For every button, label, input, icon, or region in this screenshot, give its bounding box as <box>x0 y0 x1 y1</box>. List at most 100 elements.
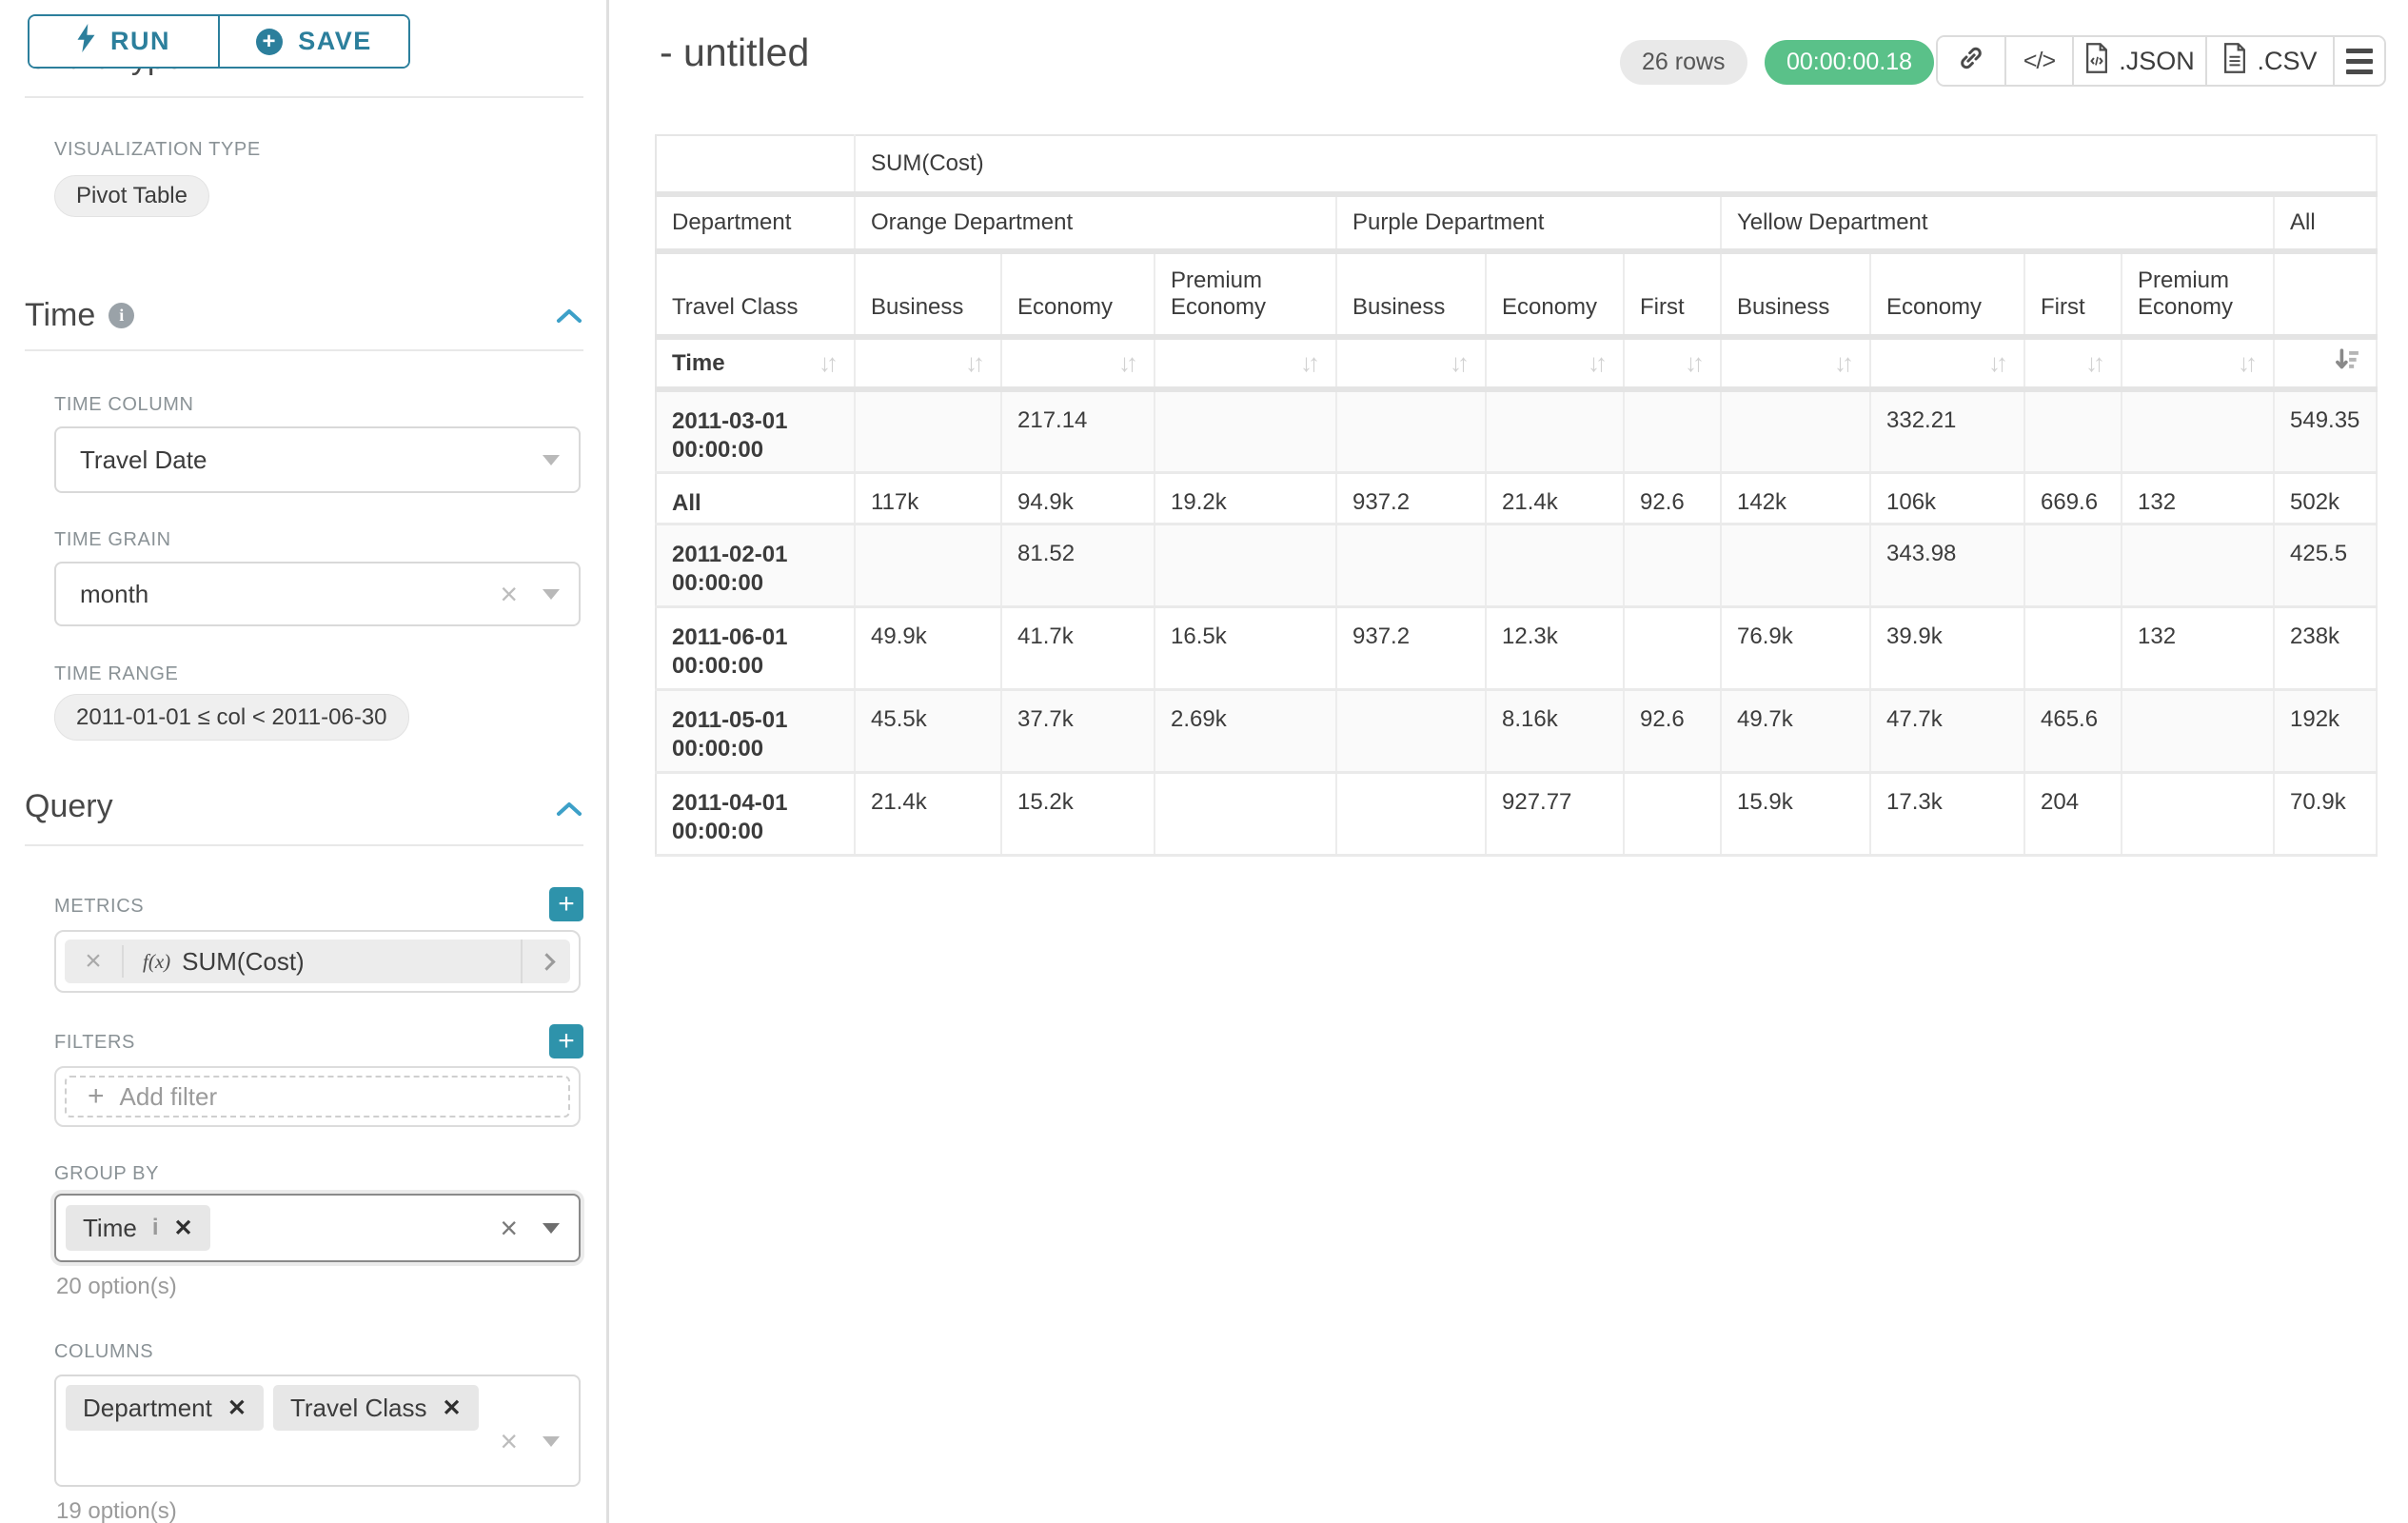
caret-down-icon[interactable] <box>543 1436 560 1447</box>
sort-icon: ↓↑ <box>1450 348 1470 378</box>
view-query-button[interactable]: </> <box>2006 37 2074 85</box>
pivot-value-cell: 12.3k <box>1486 606 1624 689</box>
pivot-value-cell <box>2122 524 2274 606</box>
group-by-options-hint: 20 option(s) <box>56 1274 177 1300</box>
pivot-value-cell <box>1336 524 1486 606</box>
plus-icon: + <box>558 890 575 919</box>
pivot-value-cell <box>1336 389 1486 472</box>
fx-icon: f(x) <box>143 950 170 974</box>
pivot-table-container: SUM(Cost)DepartmentOrange DepartmentPurp… <box>655 134 2378 857</box>
more-options-button[interactable] <box>2335 37 2384 85</box>
chevron-up-icon[interactable] <box>555 800 583 823</box>
time-range-pill[interactable]: 2011-01-01 ≤ col < 2011-06-30 <box>54 694 409 741</box>
chart-title[interactable]: - untitled <box>660 30 809 75</box>
columns-tag-department[interactable]: Department ✕ <box>66 1385 264 1431</box>
time-grain-select[interactable]: month × <box>54 562 581 626</box>
pivot-value-cell: 49.9k <box>855 606 1001 689</box>
x-icon[interactable]: × <box>500 1426 518 1456</box>
pivot-value-cell <box>2024 606 2122 689</box>
add-filter-plus-button[interactable]: + <box>549 1024 583 1058</box>
metric-pill[interactable]: × f(x) SUM(Cost) <box>65 940 570 983</box>
pivot-value-cell: 92.6 <box>1624 689 1721 772</box>
pivot-metric-header: SUM(Cost) <box>855 135 2377 194</box>
x-icon[interactable]: ✕ <box>227 1394 247 1422</box>
x-icon[interactable]: ✕ <box>442 1394 461 1422</box>
pivot-value-cell: 192k <box>2274 689 2377 772</box>
caret-down-icon[interactable] <box>543 589 560 600</box>
pivot-column-sort-header[interactable]: ↓↑ <box>1721 337 1870 389</box>
pivot-value-cell: 81.52 <box>1001 524 1155 606</box>
save-button-label: SAVE <box>298 27 372 56</box>
pivot-column-sort-header[interactable] <box>2274 337 2377 389</box>
time-column-select[interactable]: Travel Date <box>54 426 581 493</box>
pivot-value-cell <box>1155 389 1336 472</box>
save-button[interactable]: + SAVE <box>220 16 408 67</box>
sidebar-sticky-topbar: RUN + SAVE <box>0 0 606 69</box>
pivot-travel-class-header: Business <box>1721 251 1870 337</box>
export-csv-button[interactable]: .CSV <box>2207 37 2335 85</box>
pivot-column-sort-header[interactable]: ↓↑ <box>1486 337 1624 389</box>
pivot-value-cell: 37.7k <box>1001 689 1155 772</box>
control-panel-sidebar: Chart Type RUN + SAVE VISUALIZATION TYPE <box>0 0 606 1523</box>
share-link-button[interactable] <box>1938 37 2006 85</box>
filters-box: + Add filter <box>54 1066 581 1127</box>
chevron-up-icon[interactable] <box>555 307 583 330</box>
time-column-label: TIME COLUMN <box>54 394 194 416</box>
pivot-value-cell: 70.9k <box>2274 772 2377 855</box>
pivot-value-cell: 204 <box>2024 772 2122 855</box>
sort-icon: ↓↑ <box>965 348 985 378</box>
pivot-value-cell: 669.6 <box>2024 472 2122 524</box>
caret-down-icon[interactable] <box>543 455 560 465</box>
pivot-column-sort-header[interactable]: ↓↑ <box>2122 337 2274 389</box>
pivot-value-cell: 217.14 <box>1001 389 1155 472</box>
pivot-value-cell: 94.9k <box>1001 472 1155 524</box>
query-section-title: Query <box>25 788 113 825</box>
pivot-table: SUM(Cost)DepartmentOrange DepartmentPurp… <box>655 134 2378 857</box>
pivot-value-cell: 15.2k <box>1001 772 1155 855</box>
pivot-value-cell <box>1155 524 1336 606</box>
pivot-column-sort-header[interactable]: ↓↑ <box>1624 337 1721 389</box>
pivot-travel-class-header: First <box>1624 251 1721 337</box>
pivot-row-header: 2011-04-01 00:00:00 <box>656 772 855 855</box>
group-by-select[interactable]: Time i ✕ × <box>54 1194 581 1262</box>
pivot-department-header: Purple Department <box>1336 194 1721 251</box>
pivot-body: 2011-03-01 00:00:00217.14332.21549.35All… <box>656 389 2377 855</box>
chevron-right-icon[interactable] <box>521 940 570 983</box>
pivot-column-sort-header[interactable]: ↓↑ <box>1001 337 1155 389</box>
export-json-button[interactable]: .JSON <box>2074 37 2207 85</box>
pivot-department-header: Orange Department <box>855 194 1336 251</box>
pivot-value-cell: 502k <box>2274 472 2377 524</box>
export-json-label: .JSON <box>2119 47 2195 76</box>
x-icon[interactable]: × <box>500 579 518 609</box>
time-section-heading: Time i <box>25 297 134 334</box>
x-icon[interactable]: ✕ <box>173 1215 192 1242</box>
time-section-title: Time <box>25 297 95 334</box>
x-icon[interactable]: × <box>500 1213 518 1243</box>
pivot-time-sort-header[interactable]: Time↓↑ <box>656 337 855 389</box>
pivot-value-cell <box>1336 772 1486 855</box>
chart-area: - untitled 26 rows 00:00:00.18 </> .JSON <box>609 0 2408 1523</box>
pivot-column-sort-header[interactable]: ↓↑ <box>1336 337 1486 389</box>
pivot-column-sort-header[interactable]: ↓↑ <box>1155 337 1336 389</box>
columns-select[interactable]: Department ✕ Travel Class ✕ × <box>54 1375 581 1487</box>
pivot-value-cell <box>855 389 1001 472</box>
caret-down-icon[interactable] <box>543 1223 560 1234</box>
run-button[interactable]: RUN <box>30 16 220 67</box>
pivot-column-sort-header[interactable]: ↓↑ <box>1870 337 2024 389</box>
x-icon[interactable]: × <box>65 945 124 978</box>
time-column-value: Travel Date <box>56 445 207 475</box>
add-metric-button[interactable]: + <box>549 887 583 921</box>
visualization-type-pill[interactable]: Pivot Table <box>54 175 209 217</box>
pivot-value-cell: 238k <box>2274 606 2377 689</box>
pivot-value-cell: 937.2 <box>1336 606 1486 689</box>
columns-tag-travel-class[interactable]: Travel Class ✕ <box>273 1385 479 1431</box>
pivot-column-sort-header[interactable]: ↓↑ <box>2024 337 2122 389</box>
group-by-tag-time[interactable]: Time i ✕ <box>66 1205 210 1251</box>
add-filter-button[interactable]: + Add filter <box>65 1076 570 1118</box>
pivot-value-cell: 15.9k <box>1721 772 1870 855</box>
time-range-label: TIME RANGE <box>54 663 178 685</box>
pivot-column-sort-header[interactable]: ↓↑ <box>855 337 1001 389</box>
pivot-value-cell <box>1721 524 1870 606</box>
pivot-travel-class-header: Premium Economy <box>1155 251 1336 337</box>
pivot-row-header: 2011-03-01 00:00:00 <box>656 389 855 472</box>
